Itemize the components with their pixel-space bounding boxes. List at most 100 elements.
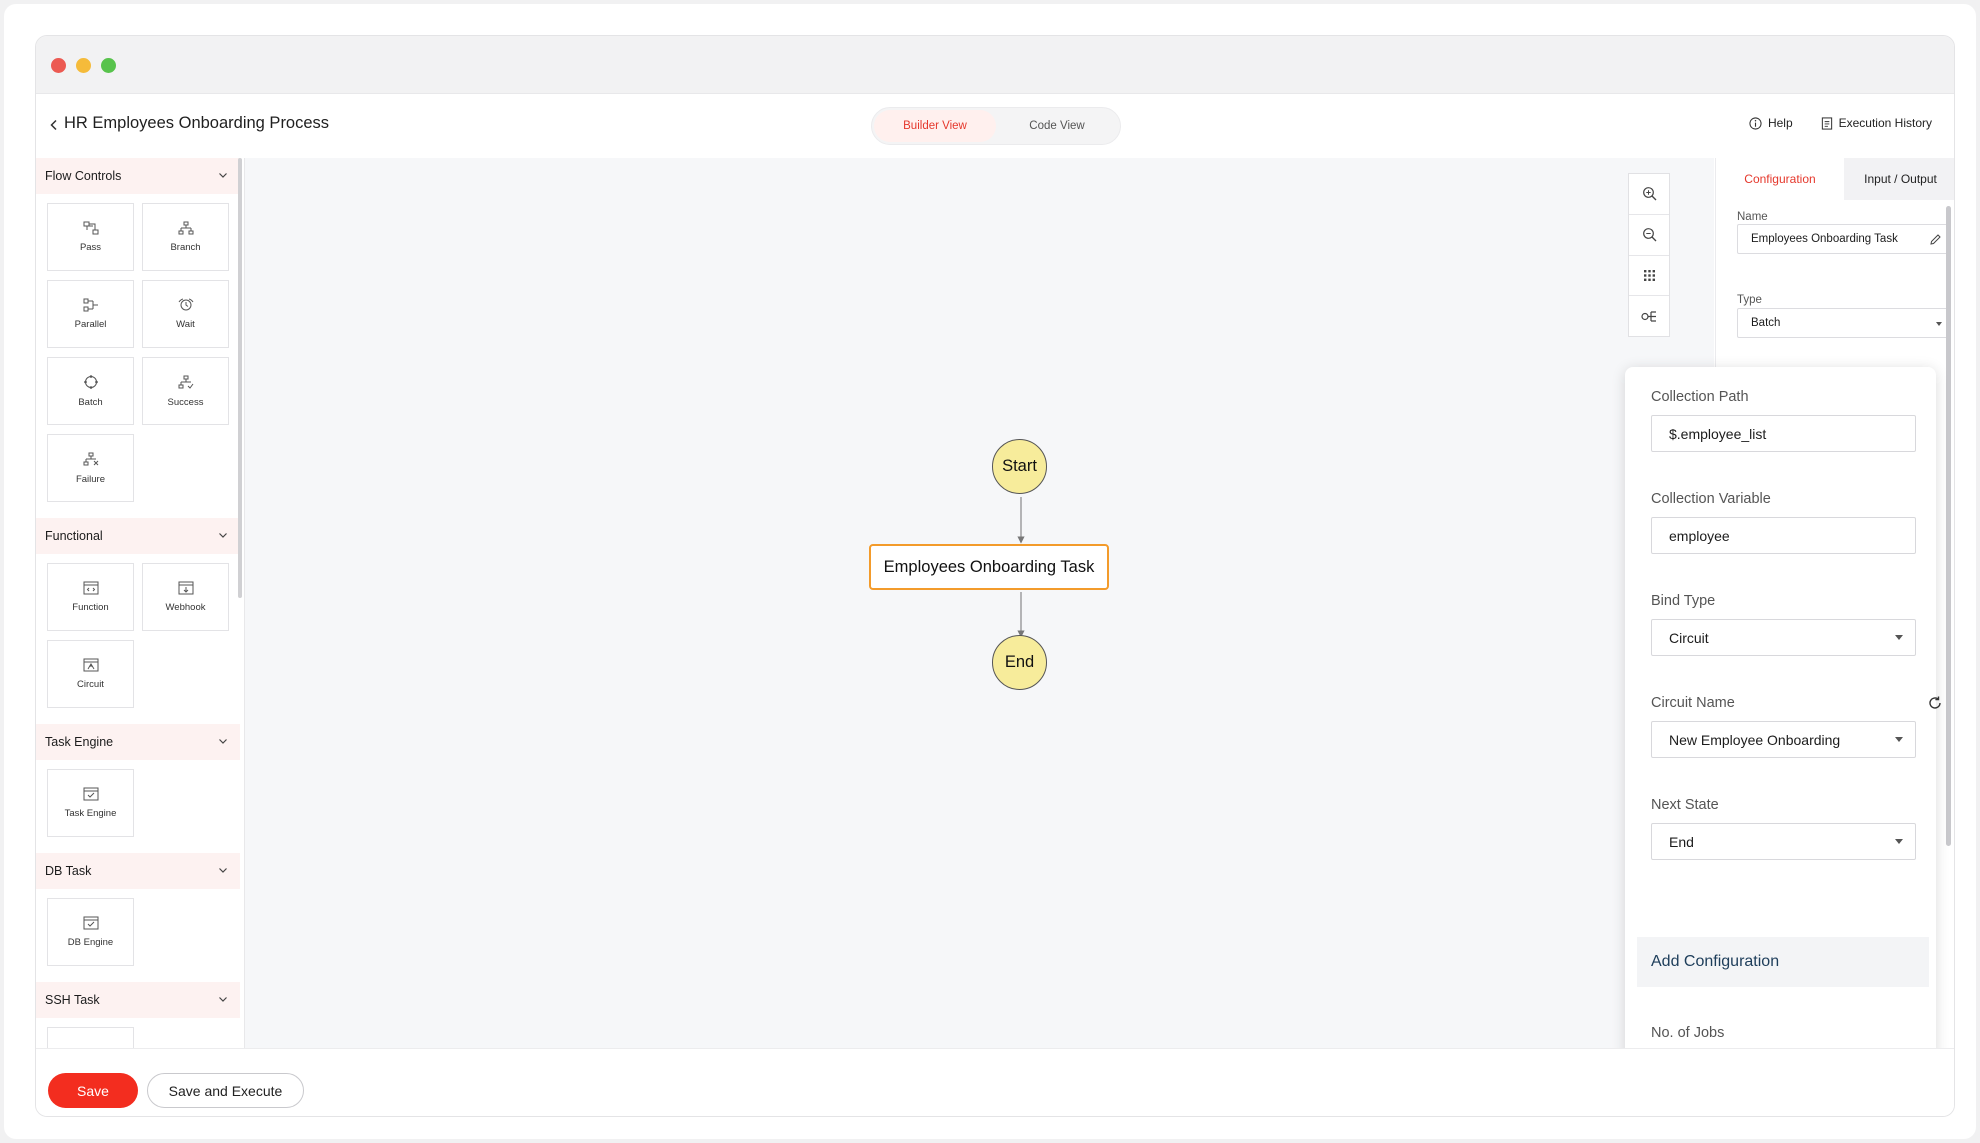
collection-path-label: Collection Path xyxy=(1651,389,1749,405)
tile-failure[interactable]: Failure xyxy=(47,434,134,502)
flow-canvas[interactable] xyxy=(244,158,1714,1050)
tile-label: Branch xyxy=(170,242,201,253)
tab-configuration[interactable]: Configuration xyxy=(1716,158,1844,200)
chevron-down-icon xyxy=(219,533,227,538)
next-state-select[interactable]: End xyxy=(1651,823,1916,860)
window-titlebar xyxy=(36,36,1954,94)
bottom-action-bar: Save Save and Execute xyxy=(36,1048,1954,1116)
caret-down-icon xyxy=(1895,839,1903,844)
save-and-execute-button[interactable]: Save and Execute xyxy=(147,1073,304,1108)
tile-circuit[interactable]: Circuit xyxy=(47,640,134,708)
flow-connectors xyxy=(1017,497,1025,638)
help-label: Help xyxy=(1767,116,1793,130)
circuit-icon xyxy=(83,658,98,672)
section-task-engine[interactable]: Task Engine xyxy=(36,724,240,760)
zoom-in-icon xyxy=(1642,187,1656,201)
jobs-label: No. of Jobs xyxy=(1651,1025,1725,1041)
task-node[interactable]: Employees Onboarding Task xyxy=(869,544,1109,590)
zoom-in-button[interactable] xyxy=(1629,174,1669,215)
chevron-down-icon xyxy=(219,173,227,178)
caret-down-icon xyxy=(1895,635,1903,640)
add-configuration-header[interactable]: Add Configuration xyxy=(1637,937,1929,987)
circuit-name-label: Circuit Name xyxy=(1651,695,1735,711)
help-link[interactable]: Help xyxy=(1749,116,1793,130)
tile-label: Parallel xyxy=(74,319,107,330)
start-node[interactable]: Start xyxy=(992,439,1047,494)
tab-input-output[interactable]: Input / Output xyxy=(1844,158,1954,200)
parallel-icon xyxy=(83,298,98,312)
tile-task-engine[interactable]: Task Engine xyxy=(47,769,134,837)
grid-icon xyxy=(1643,269,1655,281)
tile-branch[interactable]: Branch xyxy=(142,203,229,271)
chevron-down-icon xyxy=(219,739,227,744)
tile-pass[interactable]: Pass xyxy=(47,203,134,271)
tile-db-engine[interactable]: DB Engine xyxy=(47,898,134,966)
properties-scrollbar[interactable] xyxy=(1946,206,1951,846)
type-select[interactable]: Batch xyxy=(1737,308,1951,338)
circuit-name-value: New Employee Onboarding xyxy=(1669,731,1841,748)
sidebar-scrollbar[interactable] xyxy=(238,158,242,598)
name-value: Employees Onboarding Task xyxy=(1751,233,1898,245)
collection-path-input[interactable]: $.employee_list xyxy=(1651,415,1916,452)
branch-icon xyxy=(178,221,193,235)
refresh-icon[interactable] xyxy=(1927,695,1943,711)
tile-label: Circuit xyxy=(77,679,104,690)
next-state-value: End xyxy=(1669,833,1694,850)
screen-frame: HR Employees Onboarding Process Builder … xyxy=(4,4,1976,1139)
next-state-label: Next State xyxy=(1651,797,1719,813)
tile-function[interactable]: Function xyxy=(47,563,134,631)
tile-label: Batch xyxy=(78,397,103,408)
batch-config-card: Collection Path $.employee_list Collecti… xyxy=(1625,367,1941,1115)
end-node[interactable]: End xyxy=(992,635,1047,690)
zoom-out-icon xyxy=(1642,228,1656,242)
bind-type-label: Bind Type xyxy=(1651,593,1716,609)
tile-label: Pass xyxy=(79,242,102,253)
view-toggle: Builder View Code View xyxy=(871,107,1121,145)
section-title: SSH Task xyxy=(45,993,100,1007)
tile-parallel[interactable]: Parallel xyxy=(47,280,134,348)
grid-button[interactable] xyxy=(1629,256,1669,297)
tile-batch[interactable]: Batch xyxy=(47,357,134,425)
pass-icon xyxy=(83,221,98,235)
tile-success[interactable]: Success xyxy=(142,357,229,425)
section-title: DB Task xyxy=(45,864,92,878)
collection-variable-input[interactable]: employee xyxy=(1651,517,1916,554)
execution-history-label: Execution History xyxy=(1838,116,1932,130)
close-window-button[interactable] xyxy=(51,58,66,73)
zoom-out-button[interactable] xyxy=(1629,215,1669,256)
section-flow-controls[interactable]: Flow Controls xyxy=(36,158,240,194)
back-button[interactable] xyxy=(42,113,66,137)
section-ssh-task[interactable]: SSH Task xyxy=(36,982,240,1018)
tile-label: Function xyxy=(72,602,109,613)
bind-type-value: Circuit xyxy=(1669,629,1709,646)
maximize-window-button[interactable] xyxy=(101,58,116,73)
minimize-window-button[interactable] xyxy=(76,58,91,73)
tile-label: Success xyxy=(167,396,204,408)
components-sidebar: Flow Controls Pass Branch Parallel Wait … xyxy=(36,158,243,1048)
type-value: Batch xyxy=(1751,317,1781,329)
execution-history-link[interactable]: Execution History xyxy=(1821,116,1932,130)
name-label: Name xyxy=(1737,211,1768,223)
tab-code-view[interactable]: Code View xyxy=(996,110,1118,142)
auto-layout-button[interactable] xyxy=(1629,296,1669,336)
section-db-task[interactable]: DB Task xyxy=(36,853,240,889)
edit-pencil-icon[interactable] xyxy=(1929,233,1942,246)
chevron-left-icon xyxy=(50,119,57,131)
name-field[interactable]: Employees Onboarding Task xyxy=(1737,224,1951,254)
type-label: Type xyxy=(1737,294,1762,306)
section-functional[interactable]: Functional xyxy=(36,518,240,554)
caret-down-icon xyxy=(1895,737,1903,742)
tile-webhook[interactable]: Webhook xyxy=(142,563,229,631)
canvas-toolbar xyxy=(1628,173,1670,337)
tab-builder-view[interactable]: Builder View xyxy=(874,110,996,142)
bind-type-select[interactable]: Circuit xyxy=(1651,619,1916,656)
tile-wait[interactable]: Wait xyxy=(142,280,229,348)
circuit-name-select[interactable]: New Employee Onboarding xyxy=(1651,721,1916,758)
tile-label: Failure xyxy=(75,473,106,485)
db-engine-icon xyxy=(83,916,98,930)
webhook-icon xyxy=(178,581,193,595)
tile-label: Wait xyxy=(176,319,195,330)
tile-label: Task Engine xyxy=(64,808,117,819)
tile-ssh-partial[interactable] xyxy=(47,1027,134,1048)
save-button[interactable]: Save xyxy=(48,1073,138,1108)
